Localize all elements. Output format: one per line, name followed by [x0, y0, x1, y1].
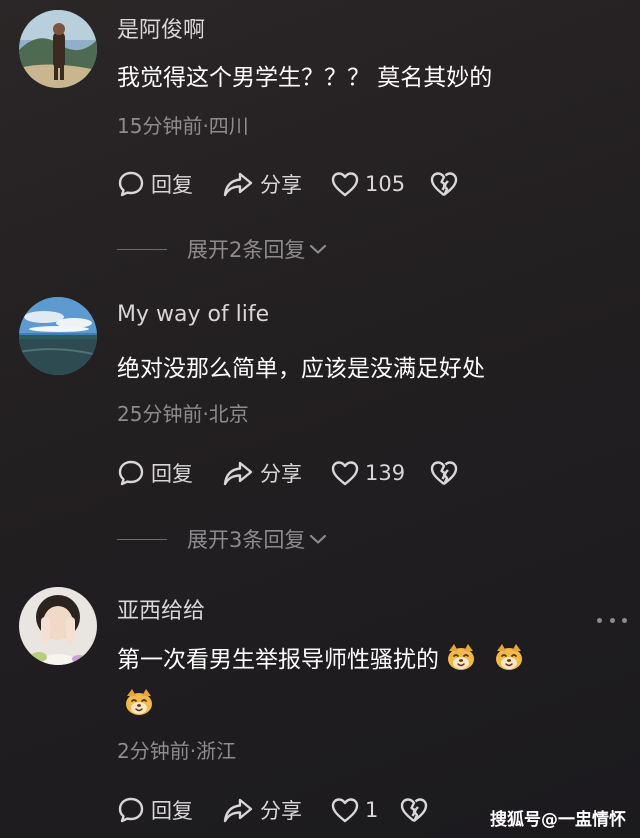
comment-actions: 回复 分享 139 — [117, 457, 597, 489]
comment-text-content: 第一次看男生举报导师性骚扰的 — [117, 647, 439, 673]
divider — [117, 538, 167, 540]
share-arrow-icon — [223, 461, 253, 486]
reply-label: 回复 — [151, 462, 193, 486]
heart-icon — [331, 798, 359, 823]
dot — [597, 617, 602, 623]
reply-bubble-icon — [118, 797, 144, 823]
avatar[interactable] — [19, 587, 97, 665]
reply-button[interactable]: 回复 — [117, 457, 193, 489]
divider — [117, 248, 167, 250]
dislike-button[interactable] — [430, 168, 458, 200]
like-count: 1 — [365, 798, 379, 822]
avatar[interactable] — [19, 297, 97, 375]
like-count: 105 — [365, 172, 406, 196]
chevron-down-icon — [310, 534, 327, 544]
share-arrow-icon — [223, 172, 253, 197]
more-options-button[interactable] — [597, 615, 627, 625]
expand-replies-button[interactable]: 展开3条回复 — [117, 524, 327, 554]
comment-meta: 15分钟前·四川 — [117, 114, 249, 138]
heart-icon — [331, 461, 359, 486]
comment-actions: 回复 分享 105 — [117, 168, 597, 200]
share-label: 分享 — [260, 462, 302, 486]
dog-face-emoji-icon — [126, 689, 152, 715]
dog-face-emoji-icon — [496, 644, 522, 670]
share-label: 分享 — [260, 173, 302, 197]
reply-button[interactable]: 回复 — [117, 794, 193, 826]
reply-label: 回复 — [151, 173, 193, 197]
username[interactable]: 亚西给给 — [117, 593, 205, 625]
comment-meta: 2分钟前·浙江 — [117, 739, 237, 763]
broken-heart-icon — [400, 798, 428, 822]
dislike-button[interactable] — [430, 457, 458, 489]
expand-replies-button[interactable]: 展开2条回复 — [117, 234, 327, 264]
watermark: 搜狐号@一盅情怀 — [490, 810, 626, 830]
comment-text: 绝对没那么简单，应该是没满足好处 — [117, 356, 485, 382]
chevron-down-icon — [310, 244, 327, 254]
avatar[interactable] — [19, 10, 97, 88]
share-arrow-icon — [223, 798, 253, 823]
broken-heart-icon — [430, 172, 458, 196]
expand-replies-label: 展开3条回复 — [187, 528, 306, 552]
like-button[interactable]: 105 — [331, 168, 405, 200]
broken-heart-icon — [430, 461, 458, 485]
share-button[interactable]: 分享 — [222, 794, 302, 826]
like-button[interactable]: 1 — [331, 794, 378, 826]
dot — [622, 617, 627, 623]
reply-label: 回复 — [151, 799, 193, 823]
comment-text: 我觉得这个男学生？？？ 莫名其妙的 — [117, 65, 493, 91]
dot — [609, 617, 615, 623]
comment-text: 第一次看男生举报导师性骚扰的 — [117, 638, 597, 728]
share-button[interactable]: 分享 — [222, 168, 302, 200]
username[interactable]: My way of life — [117, 302, 269, 327]
like-button[interactable]: 139 — [331, 457, 405, 489]
reply-bubble-icon — [118, 171, 144, 197]
dog-face-emoji-icon — [448, 644, 474, 670]
share-button[interactable]: 分享 — [222, 457, 302, 489]
heart-icon — [331, 172, 359, 197]
expand-replies-label: 展开2条回复 — [187, 238, 306, 262]
share-label: 分享 — [260, 799, 302, 823]
reply-button[interactable]: 回复 — [117, 168, 193, 200]
username[interactable]: 是阿俊啊 — [117, 12, 205, 44]
like-count: 139 — [365, 461, 406, 485]
comment-meta: 25分钟前·北京 — [117, 402, 249, 426]
dislike-button[interactable] — [400, 794, 428, 826]
reply-bubble-icon — [118, 460, 144, 486]
